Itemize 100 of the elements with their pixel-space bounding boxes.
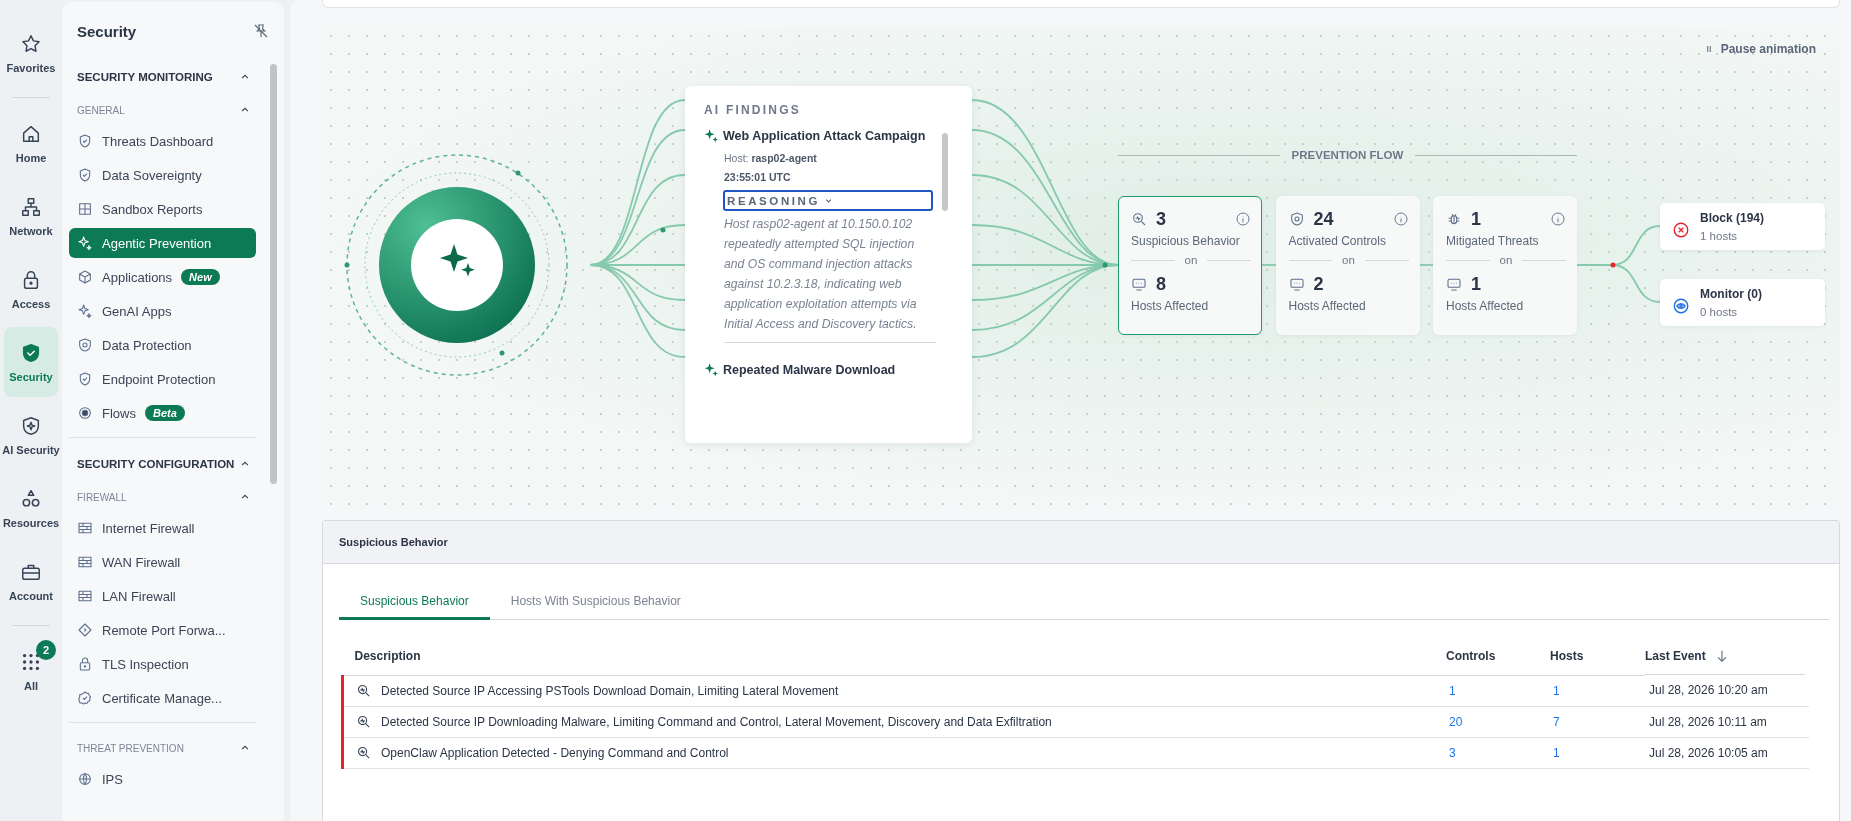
hosts-count: 2 <box>1313 273 1324 295</box>
sidebar-item[interactable]: Flows Beta <box>69 398 256 428</box>
lock-icon <box>77 656 93 672</box>
finding-title: Repeated Malware Download <box>723 363 896 378</box>
joiner-text: on <box>1342 254 1355 266</box>
stage-label: Hosts Affected <box>1288 299 1367 313</box>
count-badge: 2 <box>36 640 56 660</box>
hosts-link[interactable]: 7 <box>1550 714 1560 729</box>
section-header[interactable]: SECURITY MONITORING <box>69 60 256 94</box>
card-title: AI FINDINGS <box>704 103 802 117</box>
sidebar-item[interactable]: Threats Dashboard <box>69 126 256 156</box>
connector-line <box>1418 264 1434 266</box>
group-header[interactable]: FIREWALL <box>69 481 256 513</box>
rail-nav-item[interactable]: Home <box>4 108 58 178</box>
monitor-icon <box>1446 276 1462 292</box>
sidebar-item[interactable]: IPS <box>69 764 256 794</box>
rail-nav-item[interactable]: Account <box>4 546 58 616</box>
outcome-title: Monitor (0) <box>1700 287 1762 301</box>
status-badge: New <box>181 269 220 285</box>
monitor-icon <box>1288 276 1305 292</box>
column-header[interactable]: Controls <box>1446 637 1550 675</box>
hosts-link[interactable]: 1 <box>1550 683 1560 698</box>
outcome-card[interactable]: Block (194) 1 hosts <box>1660 203 1825 250</box>
search-icon <box>356 683 371 698</box>
description-text: Detected Source IP Downloading Malware, Limiting Command and Control, Lateral Movement, Discovery and Data Exfiltration <box>381 714 1052 729</box>
info-icon[interactable] <box>1392 211 1409 227</box>
wall-icon <box>77 554 93 570</box>
controls-link[interactable]: 3 <box>1446 745 1456 760</box>
outcome-subtitle: 1 hosts <box>1700 230 1739 242</box>
outcome-title: Block (194) <box>1700 211 1765 225</box>
info-icon[interactable] <box>1235 211 1251 227</box>
host-text: Host: rasp02-agent <box>724 152 818 164</box>
timestamp-text: 23:55:01 UTC <box>724 171 792 183</box>
section-header[interactable]: SECURITY CONFIGURATION <box>69 447 256 481</box>
stage-label: Activated Controls <box>1288 234 1387 248</box>
monitor-icon <box>1131 276 1147 292</box>
scrollbar-thumb[interactable] <box>942 133 948 211</box>
sidebar-item[interactable]: Agentic Prevention <box>69 228 256 258</box>
column-header[interactable]: Hosts <box>1550 637 1645 675</box>
sidebar-item[interactable]: Data Sovereignty <box>69 160 256 190</box>
rail-nav-item[interactable]: Security <box>4 327 58 397</box>
sparkle-icon <box>704 362 719 377</box>
rail-nav-item[interactable]: Resources <box>4 473 58 543</box>
description-text: Detected Source IP Accessing PSTools Download Domain, Limiting Lateral Movement <box>381 683 839 698</box>
reasoning-toggle[interactable]: REASONING <box>723 190 933 211</box>
bug-icon <box>1446 211 1462 227</box>
column-header[interactable]: Description <box>342 637 1446 675</box>
rail-nav-item[interactable]: Network <box>4 181 58 251</box>
controls-link[interactable]: 20 <box>1446 714 1463 729</box>
tab[interactable]: Suspicious Behavior <box>339 584 490 620</box>
joiner-text: on <box>1184 254 1198 266</box>
stage-label: Mitigated Threats <box>1446 234 1540 248</box>
network-icon <box>20 195 42 218</box>
rail-nav-item[interactable]: Access <box>4 254 58 324</box>
sidebar-item[interactable]: Applications New <box>69 262 256 292</box>
shield-target-icon <box>77 337 93 353</box>
group-header[interactable]: GENERAL <box>69 94 256 126</box>
hosts-link[interactable]: 1 <box>1550 745 1560 760</box>
shield-icon <box>20 341 42 364</box>
unpin-icon[interactable] <box>252 22 270 40</box>
outcome-card[interactable]: Monitor (0) 0 hosts <box>1660 279 1825 326</box>
tab[interactable]: Hosts With Suspicious Behavior <box>489 584 702 620</box>
rail-nav-item[interactable]: All 2 <box>4 636 58 706</box>
search-icon <box>356 745 371 760</box>
sidebar-item[interactable]: Endpoint Protection <box>69 364 256 394</box>
sidebar-item[interactable]: LAN Firewall <box>69 581 256 611</box>
sparkle-icon <box>77 303 93 319</box>
sidebar-item[interactable]: TLS Inspection <box>69 649 256 679</box>
section-title: PREVENTION FLOW <box>1291 149 1404 161</box>
stage-card[interactable]: 24 Activated Controls on 2 Hosts Affected <box>1275 196 1420 335</box>
rail-nav-item[interactable]: AI Security <box>4 400 58 470</box>
column-header[interactable]: Last Event <box>1645 637 1805 675</box>
info-icon[interactable] <box>1550 211 1566 227</box>
stage-card[interactable]: 3 Suspicious Behavior on 8 Hosts Affected <box>1118 196 1262 335</box>
sparkle-icon <box>77 235 93 251</box>
sidebar-item[interactable]: GenAI Apps <box>69 296 256 326</box>
hosts-count: 1 <box>1471 273 1481 295</box>
finding-title: Web Application Attack Campaign <box>723 129 926 144</box>
rail-nav-item[interactable]: Favorites <box>4 18 58 88</box>
diamond-icon <box>77 622 93 638</box>
outcome-subtitle: 0 hosts <box>1700 306 1739 318</box>
sparkle-icon <box>704 129 719 143</box>
stage-label: Hosts Affected <box>1446 299 1525 313</box>
sidebar-item[interactable]: Internet Firewall <box>69 513 256 543</box>
reasoning-text: Host rasp02-agent at 10.150.0.102 repeatedly attempted SQL injection and OS command injection attacks against 10.2.3.18, indicating web application exploitation attempts via Initial Access and Discovery tactics. <box>724 216 918 333</box>
sidebar-item[interactable]: Sandbox Reports <box>69 194 256 224</box>
globe-icon <box>77 771 93 787</box>
status-badge: Beta <box>144 405 185 421</box>
sidebar-item[interactable]: Certificate Manage... <box>69 683 256 713</box>
scrollbar-thumb[interactable] <box>270 64 277 484</box>
description-text: OpenClaw Application Detected - Denying Command and Control <box>381 745 729 760</box>
sidebar-item[interactable]: Remote Port Forwa... <box>69 615 256 645</box>
group-header[interactable]: THREAT PREVENTION <box>69 732 256 764</box>
stage-card[interactable]: 1 Mitigated Threats on 1 Hosts Affected <box>1433 196 1577 335</box>
search-icon <box>356 714 371 729</box>
sidebar-item[interactable]: Data Protection <box>69 330 256 360</box>
sidebar-item[interactable]: WAN Firewall <box>69 547 256 577</box>
grid-icon <box>77 201 93 217</box>
controls-link[interactable]: 1 <box>1446 683 1456 698</box>
pause-animation-button[interactable]: Pause animation <box>1698 40 1820 58</box>
